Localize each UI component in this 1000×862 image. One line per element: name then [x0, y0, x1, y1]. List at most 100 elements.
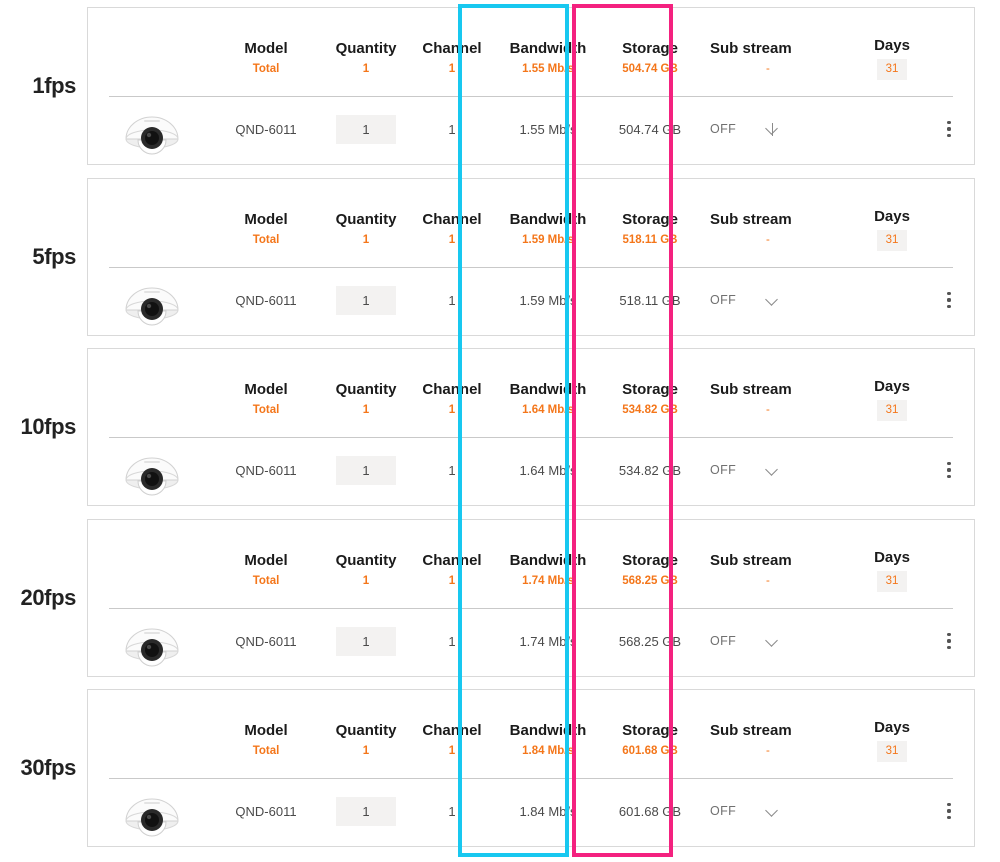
header-model-label: Model	[244, 40, 288, 57]
chevron-down-icon[interactable]	[766, 294, 779, 307]
cell-quantity: 1	[324, 796, 408, 826]
header-channel: Channel 1	[408, 39, 496, 77]
total-channel-value: 1	[448, 63, 456, 75]
chevron-down-icon[interactable]	[766, 464, 779, 477]
cell-storage: 534.82 GB	[618, 462, 682, 478]
fps-group: 30fps Model Total Quantity 1 Channel 1 B…	[0, 689, 1000, 847]
header-bandwidth: Bandwidth 1.59 Mb/s	[496, 210, 600, 248]
camera-summary-card: Model Total Quantity 1 Channel 1 Bandwid…	[87, 689, 975, 847]
header-quantity-label: Quantity	[335, 552, 397, 569]
cell-channel: 1	[448, 803, 456, 819]
total-storage-value: 601.68 GB	[622, 745, 678, 757]
quantity-input[interactable]: 1	[336, 626, 396, 656]
camera-summary-card: Model Total Quantity 1 Channel 1 Bandwid…	[87, 7, 975, 165]
camera-thumbnail-cell	[88, 615, 208, 667]
more-options-icon[interactable]	[947, 802, 951, 820]
header-storage: Storage 518.11 GB	[600, 210, 700, 248]
total-storage-value: 504.74 GB	[622, 63, 678, 75]
camera-thumbnail-cell	[88, 103, 208, 155]
header-quantity: Quantity 1	[324, 721, 408, 759]
more-options-icon[interactable]	[947, 632, 951, 650]
header-model-label: Model	[244, 211, 288, 228]
total-channel-value: 1	[448, 234, 456, 246]
total-sub-stream-value: -	[766, 575, 770, 587]
total-model-value: Total	[252, 745, 280, 757]
cell-model: QND-6011	[235, 121, 297, 137]
header-model-label: Model	[244, 381, 288, 398]
more-options-icon[interactable]	[947, 291, 951, 309]
header-storage-label: Storage	[622, 552, 678, 569]
header-sub-stream-label: Sub stream	[710, 722, 792, 739]
header-divider	[109, 778, 953, 779]
fps-comparison-page: 1fps Model Total Quantity 1 Channel 1 Ba…	[0, 0, 1000, 862]
header-bandwidth-label: Bandwidth	[509, 552, 587, 569]
header-bandwidth: Bandwidth 1.84 Mb/s	[496, 721, 600, 759]
header-sub-stream-label: Sub stream	[710, 381, 792, 398]
header-storage-label: Storage	[622, 40, 678, 57]
quantity-input[interactable]: 1	[336, 285, 396, 315]
header-quantity-label: Quantity	[335, 722, 397, 739]
cell-sub-stream: OFF	[700, 634, 860, 648]
cell-channel: 1	[448, 462, 456, 478]
total-channel-value: 1	[448, 745, 456, 757]
total-channel-value: 1	[448, 404, 456, 416]
total-quantity-value: 1	[362, 745, 370, 757]
header-days: Days 31	[860, 548, 924, 592]
header-channel-label: Channel	[422, 211, 482, 228]
header-storage-label: Storage	[622, 211, 678, 228]
table-header-row: Model Total Quantity 1 Channel 1 Bandwid…	[88, 375, 974, 423]
cell-bandwidth: 1.74 Mb/s	[519, 633, 577, 649]
chevron-down-icon[interactable]	[766, 635, 779, 648]
header-bandwidth-label: Bandwidth	[509, 381, 587, 398]
cell-bandwidth: 1.64 Mb/s	[519, 462, 577, 478]
fps-group-label: 5fps	[32, 244, 76, 269]
cell-storage: 568.25 GB	[618, 633, 682, 649]
total-channel-value: 1	[448, 575, 456, 587]
table-row: QND-6011 1 1 1.64 Mb/s 534.82 GB OFF	[88, 440, 974, 500]
total-sub-stream-value: -	[766, 234, 770, 246]
header-days-label: Days	[874, 208, 910, 225]
total-days-value: 31	[876, 741, 908, 762]
cell-menu	[924, 291, 974, 309]
total-bandwidth-value: 1.74 Mb/s	[522, 575, 574, 587]
header-channel: Channel 1	[408, 721, 496, 759]
header-bandwidth-label: Bandwidth	[509, 40, 587, 57]
total-storage-value: 568.25 GB	[622, 575, 678, 587]
fps-group: 5fps Model Total Quantity 1 Channel 1 Ba…	[0, 178, 1000, 336]
camera-thumbnail-cell	[88, 274, 208, 326]
cell-sub-stream: OFF	[700, 122, 860, 136]
cell-storage: 518.11 GB	[619, 292, 681, 308]
total-days-value: 31	[876, 230, 908, 251]
total-sub-stream-value: -	[766, 63, 770, 75]
quantity-input[interactable]: 1	[336, 796, 396, 826]
header-sub-stream: Sub stream -	[700, 210, 860, 248]
quantity-input[interactable]: 1	[336, 455, 396, 485]
table-row: QND-6011 1 1 1.55 Mb/s 504.74 GB OFF	[88, 99, 974, 159]
header-model: Model Total	[208, 551, 324, 589]
more-options-icon[interactable]	[947, 461, 951, 479]
header-divider	[109, 96, 953, 97]
total-storage-value: 534.82 GB	[622, 404, 678, 416]
chevron-down-icon[interactable]	[766, 122, 779, 136]
header-quantity: Quantity 1	[324, 210, 408, 248]
dome-camera-icon	[125, 287, 179, 326]
header-model: Model Total	[208, 39, 324, 77]
fps-group-label: 30fps	[20, 755, 77, 780]
chevron-down-icon[interactable]	[766, 805, 779, 818]
more-options-icon[interactable]	[947, 120, 951, 138]
header-model-label: Model	[244, 722, 288, 739]
table-row: QND-6011 1 1 1.59 Mb/s 518.11 GB OFF	[88, 270, 974, 330]
header-divider	[109, 267, 953, 268]
header-sub-stream: Sub stream -	[700, 380, 860, 418]
table-header-row: Model Total Quantity 1 Channel 1 Bandwid…	[88, 716, 974, 764]
header-storage-label: Storage	[622, 381, 678, 398]
table-header-row: Model Total Quantity 1 Channel 1 Bandwid…	[88, 546, 974, 594]
quantity-input[interactable]: 1	[336, 114, 396, 144]
total-days-value: 31	[876, 59, 908, 80]
header-sub-stream-label: Sub stream	[710, 211, 792, 228]
header-days: Days 31	[860, 207, 924, 251]
header-sub-stream: Sub stream -	[700, 551, 860, 589]
total-days-value: 31	[876, 400, 908, 421]
camera-summary-card: Model Total Quantity 1 Channel 1 Bandwid…	[87, 178, 975, 336]
header-quantity-label: Quantity	[335, 211, 397, 228]
